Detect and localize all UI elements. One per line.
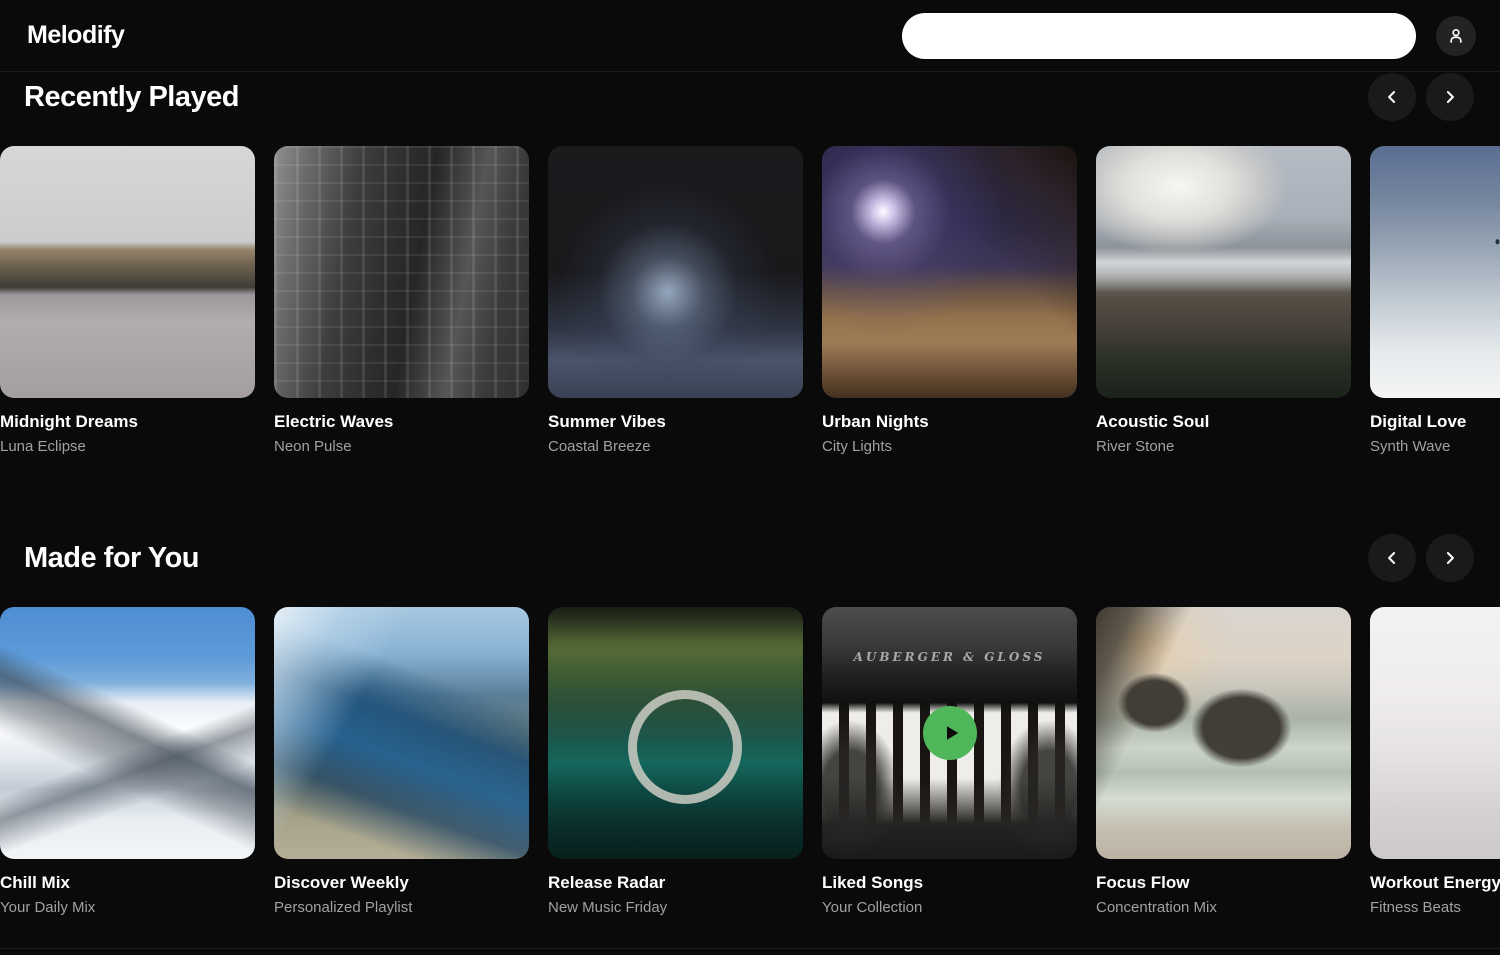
album-art (0, 146, 255, 398)
album-art (1370, 146, 1500, 398)
section-title: Recently Played (24, 81, 239, 114)
card-title: Midnight Dreams (0, 411, 255, 433)
card-title: Release Radar (548, 872, 803, 894)
card-title: Electric Waves (274, 411, 529, 433)
playlist-card[interactable]: Focus Flow Concentration Mix (1096, 607, 1351, 918)
card-subtitle: New Music Friday (548, 898, 803, 918)
card-subtitle: Personalized Playlist (274, 898, 529, 918)
carousel-section: Recently Played Midnight Dreams Luna Ecl… (0, 74, 1500, 457)
card-subtitle: Concentration Mix (1096, 898, 1351, 918)
album-art (1370, 607, 1500, 859)
playlist-card[interactable]: Workout Energy Fitness Beats (1370, 607, 1500, 918)
card-title: Liked Songs (822, 872, 1077, 894)
carousel-section: Made for You Chill Mix Your Daily Mix (0, 535, 1500, 918)
play-button[interactable] (923, 706, 977, 760)
carousel-prev-button[interactable] (1368, 73, 1416, 121)
card-subtitle: City Lights (822, 437, 1077, 457)
header-right-group (902, 13, 1476, 59)
playlist-card[interactable]: Midnight Dreams Luna Eclipse (0, 146, 255, 457)
playlist-card[interactable]: Discover Weekly Personalized Playlist (274, 607, 529, 918)
chevron-right-icon (1440, 548, 1460, 568)
app-header: Melodify (0, 0, 1500, 72)
carousel-controls (1368, 534, 1474, 582)
playlist-card[interactable]: Electric Waves Neon Pulse (274, 146, 529, 457)
chevron-left-icon (1382, 87, 1402, 107)
card-subtitle: Luna Eclipse (0, 437, 255, 457)
search-input[interactable] (902, 13, 1416, 59)
playlist-card[interactable]: Digital Love Synth Wave (1370, 146, 1500, 457)
carousel-track: Midnight Dreams Luna Eclipse Electric Wa… (0, 146, 1500, 457)
card-title: Focus Flow (1096, 872, 1351, 894)
carousel-prev-button[interactable] (1368, 534, 1416, 582)
album-art (0, 607, 255, 859)
card-subtitle: Synth Wave (1370, 437, 1500, 457)
card-subtitle: River Stone (1096, 437, 1351, 457)
album-art (274, 146, 529, 398)
section-header: Recently Played (24, 74, 1474, 120)
app-logo[interactable]: Melodify (27, 21, 124, 50)
card-title: Summer Vibes (548, 411, 803, 433)
playlist-card[interactable]: Acoustic Soul River Stone (1096, 146, 1351, 457)
album-art (822, 146, 1077, 398)
chevron-left-icon (1382, 548, 1402, 568)
section-title: Made for You (24, 542, 199, 575)
card-subtitle: Fitness Beats (1370, 898, 1500, 918)
playlist-card[interactable]: Chill Mix Your Daily Mix (0, 607, 255, 918)
album-art (1096, 146, 1351, 398)
album-art-text: AUBERGER & GLOSS (822, 650, 1077, 664)
card-title: Digital Love (1370, 411, 1500, 433)
playlist-card[interactable]: Release Radar New Music Friday (548, 607, 803, 918)
album-art (548, 607, 803, 859)
play-icon (939, 721, 963, 745)
card-subtitle: Your Daily Mix (0, 898, 255, 918)
album-art (274, 607, 529, 859)
card-title: Chill Mix (0, 872, 255, 894)
album-art: AUBERGER & GLOSS (822, 607, 1077, 859)
carousel-next-button[interactable] (1426, 534, 1474, 582)
profile-button[interactable] (1436, 16, 1476, 56)
carousel-track: Chill Mix Your Daily Mix Discover Weekly… (0, 607, 1500, 918)
card-subtitle: Your Collection (822, 898, 1077, 918)
playlist-card[interactable]: AUBERGER & GLOSS Liked Songs Your Collec… (822, 607, 1077, 918)
card-subtitle: Neon Pulse (274, 437, 529, 457)
user-icon (1446, 26, 1466, 46)
card-title: Acoustic Soul (1096, 411, 1351, 433)
card-title: Discover Weekly (274, 872, 529, 894)
album-art (548, 146, 803, 398)
main-content: Recently Played Midnight Dreams Luna Ecl… (0, 74, 1500, 918)
carousel-next-button[interactable] (1426, 73, 1474, 121)
card-title: Urban Nights (822, 411, 1077, 433)
playlist-card[interactable]: Urban Nights City Lights (822, 146, 1077, 457)
playlist-card[interactable]: Summer Vibes Coastal Breeze (548, 146, 803, 457)
chevron-right-icon (1440, 87, 1460, 107)
card-subtitle: Coastal Breeze (548, 437, 803, 457)
card-title: Workout Energy (1370, 872, 1500, 894)
section-divider (0, 948, 1500, 955)
section-header: Made for You (24, 535, 1474, 581)
carousel-controls (1368, 73, 1474, 121)
album-art (1096, 607, 1351, 859)
